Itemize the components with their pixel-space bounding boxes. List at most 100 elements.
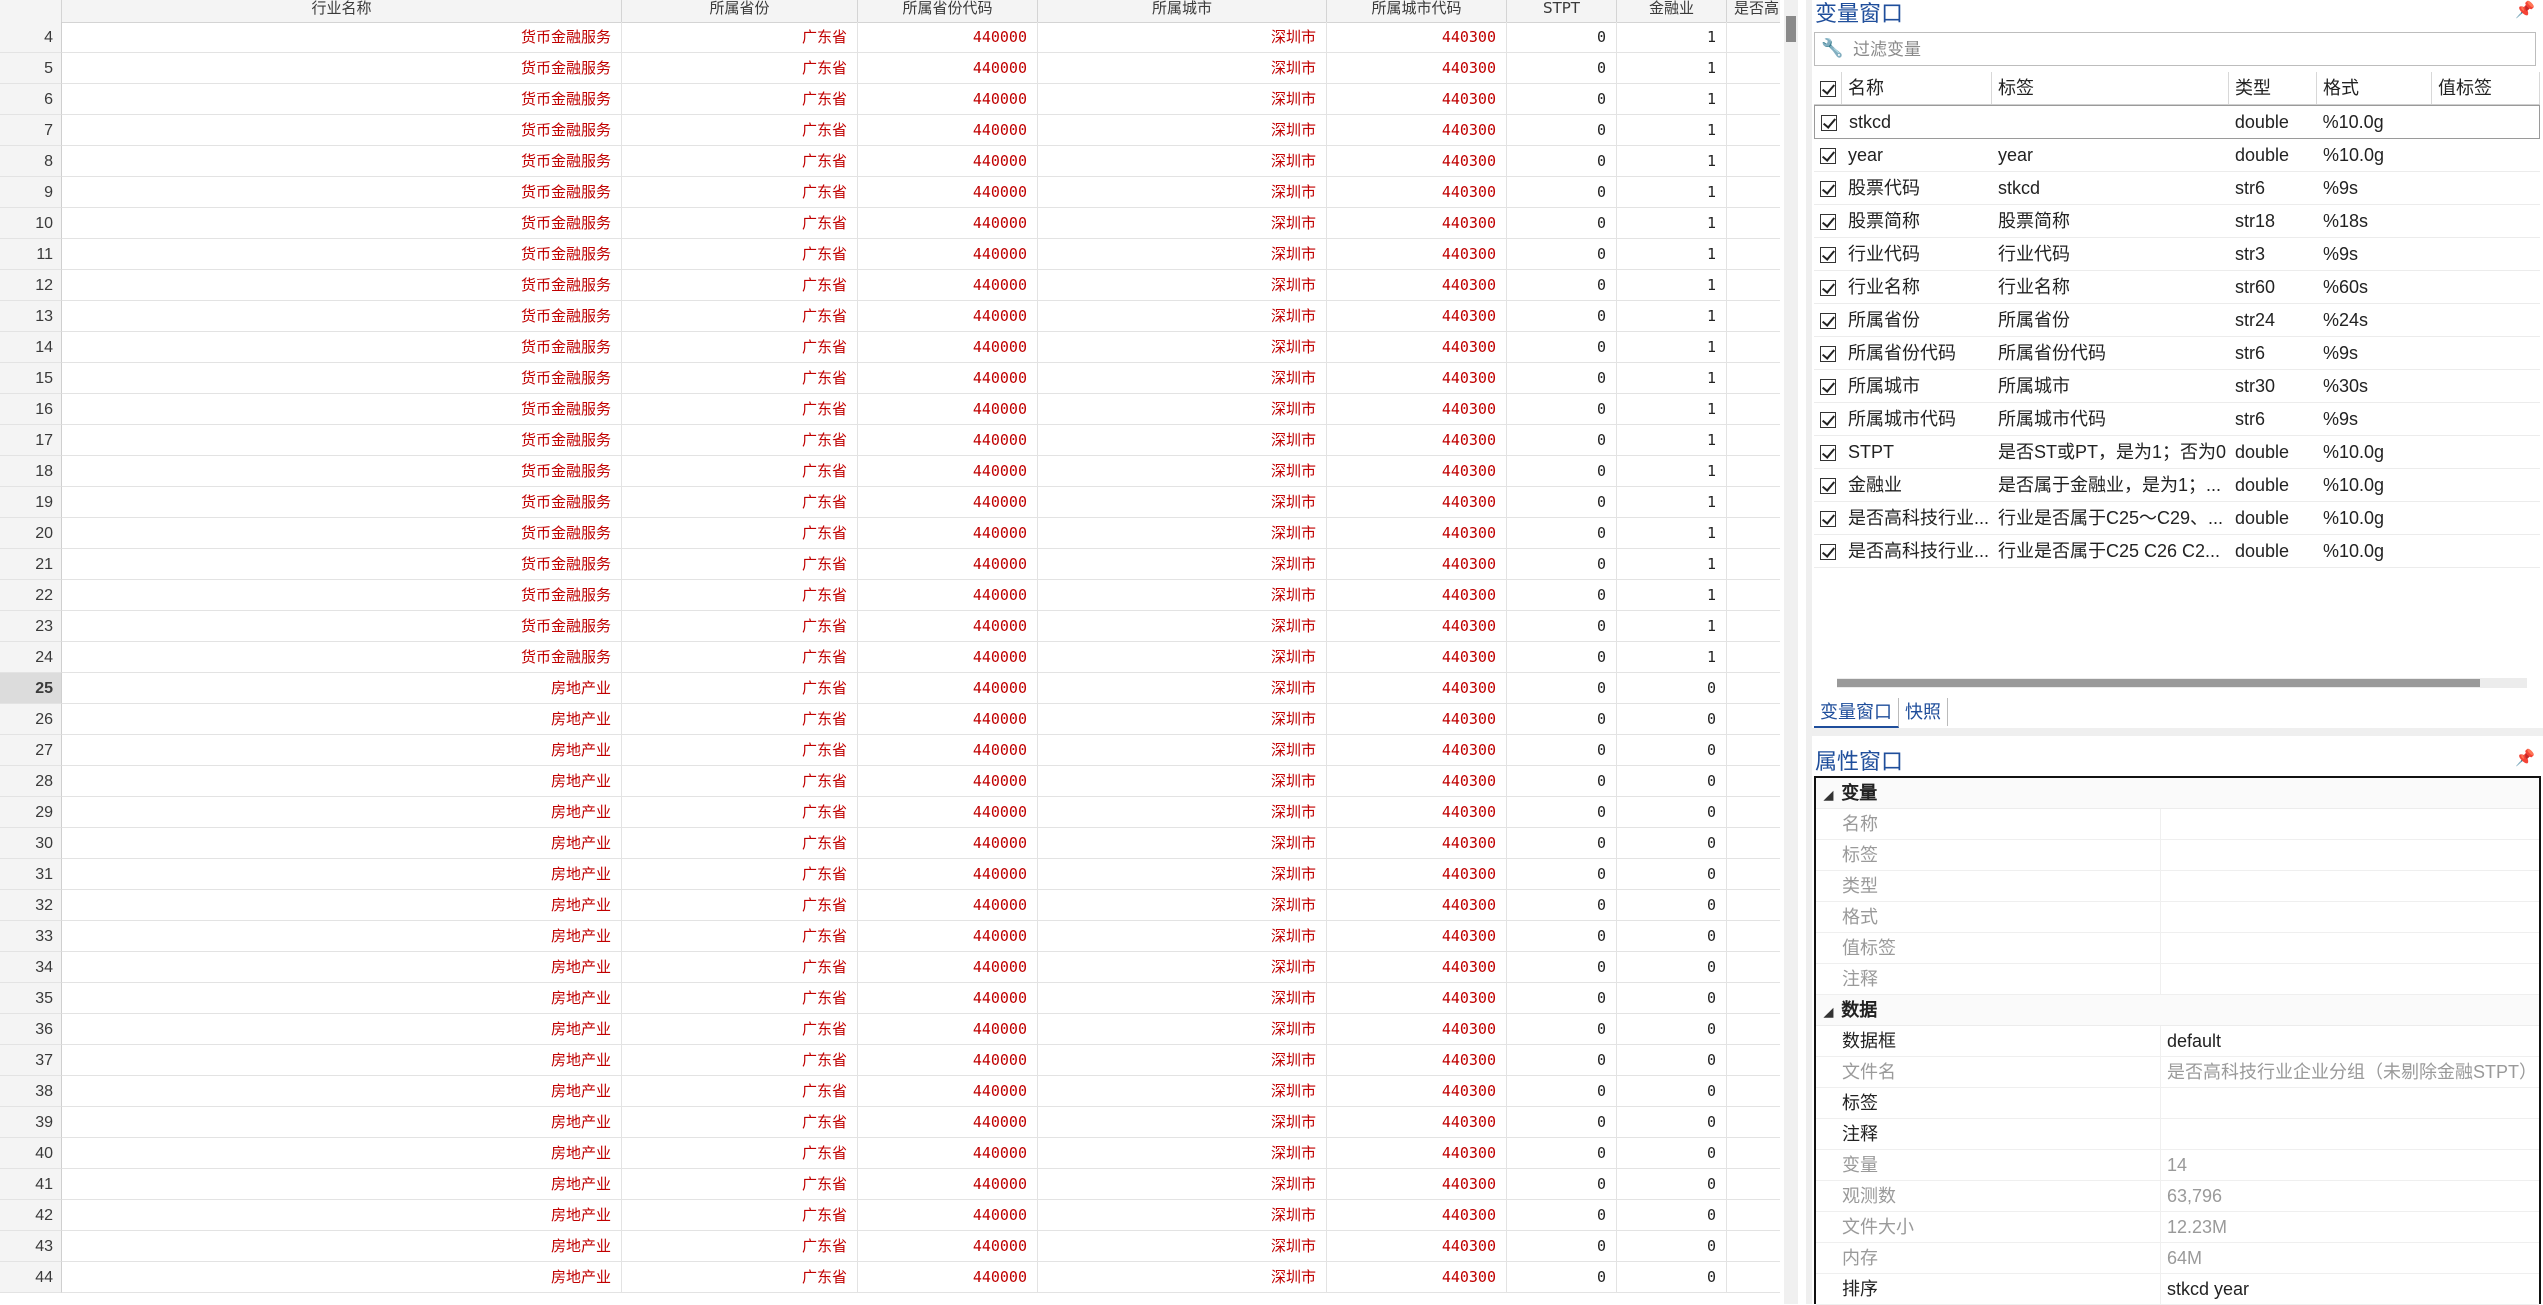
- table-cell[interactable]: 440300: [1327, 270, 1507, 301]
- table-cell[interactable]: 1: [1617, 580, 1727, 611]
- table-cell[interactable]: 深圳市: [1038, 673, 1327, 704]
- variable-checkbox[interactable]: [1814, 271, 1842, 303]
- table-cell[interactable]: 440000: [858, 115, 1038, 146]
- property-value[interactable]: default: [2161, 1026, 2539, 1056]
- table-cell[interactable]: 广东省: [622, 518, 858, 549]
- table-row[interactable]: 40 房地产业 广东省 440000 深圳市 440300 0 0: [0, 1138, 1780, 1169]
- table-cell[interactable]: 货币金融服务: [62, 518, 622, 549]
- table-cell[interactable]: 0: [1507, 580, 1617, 611]
- table-cell[interactable]: 440300: [1327, 22, 1507, 53]
- table-cell[interactable]: 深圳市: [1038, 518, 1327, 549]
- table-cell[interactable]: 440300: [1327, 363, 1507, 394]
- variable-checkbox[interactable]: [1814, 304, 1842, 336]
- table-cell[interactable]: [1727, 921, 1780, 952]
- variable-row[interactable]: 股票代码 stkcd str6 %9s: [1814, 172, 2540, 205]
- table-cell[interactable]: 深圳市: [1038, 549, 1327, 580]
- table-cell[interactable]: 0: [1617, 1045, 1727, 1076]
- table-cell[interactable]: [1727, 983, 1780, 1014]
- table-cell[interactable]: [1727, 673, 1780, 704]
- row-number[interactable]: 4: [0, 22, 62, 53]
- table-cell[interactable]: 440000: [858, 549, 1038, 580]
- table-cell[interactable]: 1: [1617, 642, 1727, 673]
- table-cell[interactable]: 440300: [1327, 208, 1507, 239]
- table-row[interactable]: 20 货币金融服务 广东省 440000 深圳市 440300 0 1: [0, 518, 1780, 549]
- table-cell[interactable]: 深圳市: [1038, 1231, 1327, 1262]
- table-row[interactable]: 13 货币金融服务 广东省 440000 深圳市 440300 0 1: [0, 301, 1780, 332]
- table-cell[interactable]: 广东省: [622, 301, 858, 332]
- table-cell[interactable]: 1: [1617, 239, 1727, 270]
- table-row[interactable]: 29 房地产业 广东省 440000 深圳市 440300 0 0: [0, 797, 1780, 828]
- table-cell[interactable]: 广东省: [622, 270, 858, 301]
- table-cell[interactable]: 0: [1507, 735, 1617, 766]
- table-row[interactable]: 7 货币金融服务 广东省 440000 深圳市 440300 0 1: [0, 115, 1780, 146]
- table-cell[interactable]: 深圳市: [1038, 797, 1327, 828]
- property-value[interactable]: [2161, 840, 2539, 870]
- table-cell[interactable]: 深圳市: [1038, 611, 1327, 642]
- table-cell[interactable]: 0: [1507, 1045, 1617, 1076]
- table-cell[interactable]: 1: [1617, 53, 1727, 84]
- table-cell[interactable]: 440000: [858, 146, 1038, 177]
- variable-row[interactable]: 所属省份 所属省份 str24 %24s: [1814, 304, 2540, 337]
- table-cell[interactable]: 440000: [858, 1138, 1038, 1169]
- table-cell[interactable]: 440300: [1327, 642, 1507, 673]
- table-row[interactable]: 23 货币金融服务 广东省 440000 深圳市 440300 0 1: [0, 611, 1780, 642]
- table-cell[interactable]: 深圳市: [1038, 425, 1327, 456]
- table-cell[interactable]: 440300: [1327, 425, 1507, 456]
- table-cell[interactable]: [1727, 487, 1780, 518]
- table-cell[interactable]: 0: [1507, 890, 1617, 921]
- row-number[interactable]: 42: [0, 1200, 62, 1231]
- table-cell[interactable]: [1727, 177, 1780, 208]
- table-cell[interactable]: 440000: [858, 1231, 1038, 1262]
- table-cell[interactable]: 440300: [1327, 53, 1507, 84]
- variable-row[interactable]: year year double %10.0g: [1814, 139, 2540, 172]
- table-cell[interactable]: 广东省: [622, 84, 858, 115]
- table-cell[interactable]: 广东省: [622, 952, 858, 983]
- column-header[interactable]: 行业名称: [62, 0, 622, 22]
- table-cell[interactable]: 0: [1507, 270, 1617, 301]
- table-cell[interactable]: 房地产业: [62, 1262, 622, 1293]
- table-cell[interactable]: 0: [1617, 797, 1727, 828]
- table-cell[interactable]: 0: [1617, 1138, 1727, 1169]
- table-row[interactable]: 34 房地产业 广东省 440000 深圳市 440300 0 0: [0, 952, 1780, 983]
- table-cell[interactable]: 1: [1617, 177, 1727, 208]
- table-row[interactable]: 18 货币金融服务 广东省 440000 深圳市 440300 0 1: [0, 456, 1780, 487]
- table-row[interactable]: 32 房地产业 广东省 440000 深圳市 440300 0 0: [0, 890, 1780, 921]
- table-cell[interactable]: [1727, 239, 1780, 270]
- table-cell[interactable]: 440300: [1327, 1200, 1507, 1231]
- table-cell[interactable]: 1: [1617, 425, 1727, 456]
- checkbox-checked-icon[interactable]: [1820, 412, 1836, 429]
- table-cell[interactable]: 1: [1617, 115, 1727, 146]
- table-cell[interactable]: 440000: [858, 363, 1038, 394]
- table-cell[interactable]: 0: [1507, 673, 1617, 704]
- checkbox-checked-icon[interactable]: [1821, 115, 1837, 132]
- table-cell[interactable]: 440300: [1327, 859, 1507, 890]
- checkbox-checked-icon[interactable]: [1820, 478, 1836, 495]
- table-cell[interactable]: [1727, 642, 1780, 673]
- property-group-header[interactable]: ◢ 数据: [1816, 995, 2539, 1026]
- row-number[interactable]: 10: [0, 208, 62, 239]
- property-row[interactable]: 观测数 63,796: [1816, 1181, 2539, 1212]
- table-cell[interactable]: 深圳市: [1038, 1076, 1327, 1107]
- table-cell[interactable]: 房地产业: [62, 828, 622, 859]
- table-cell[interactable]: [1727, 704, 1780, 735]
- table-cell[interactable]: 440300: [1327, 1138, 1507, 1169]
- table-cell[interactable]: 货币金融服务: [62, 394, 622, 425]
- table-cell[interactable]: 0: [1617, 983, 1727, 1014]
- table-cell[interactable]: 0: [1617, 1231, 1727, 1262]
- property-row[interactable]: 内存 64M: [1816, 1243, 2539, 1274]
- table-cell[interactable]: 440000: [858, 766, 1038, 797]
- table-cell[interactable]: 深圳市: [1038, 332, 1327, 363]
- table-cell[interactable]: 广东省: [622, 239, 858, 270]
- row-number[interactable]: 29: [0, 797, 62, 828]
- table-cell[interactable]: 440300: [1327, 549, 1507, 580]
- table-cell[interactable]: 深圳市: [1038, 53, 1327, 84]
- table-cell[interactable]: 440000: [858, 239, 1038, 270]
- table-cell[interactable]: 440300: [1327, 1076, 1507, 1107]
- table-cell[interactable]: 广东省: [622, 549, 858, 580]
- table-cell[interactable]: [1727, 53, 1780, 84]
- table-cell[interactable]: 货币金融服务: [62, 363, 622, 394]
- table-cell[interactable]: 440000: [858, 208, 1038, 239]
- pin-icon[interactable]: 📌: [2515, 748, 2535, 767]
- table-cell[interactable]: 0: [1507, 84, 1617, 115]
- table-cell[interactable]: 房地产业: [62, 673, 622, 704]
